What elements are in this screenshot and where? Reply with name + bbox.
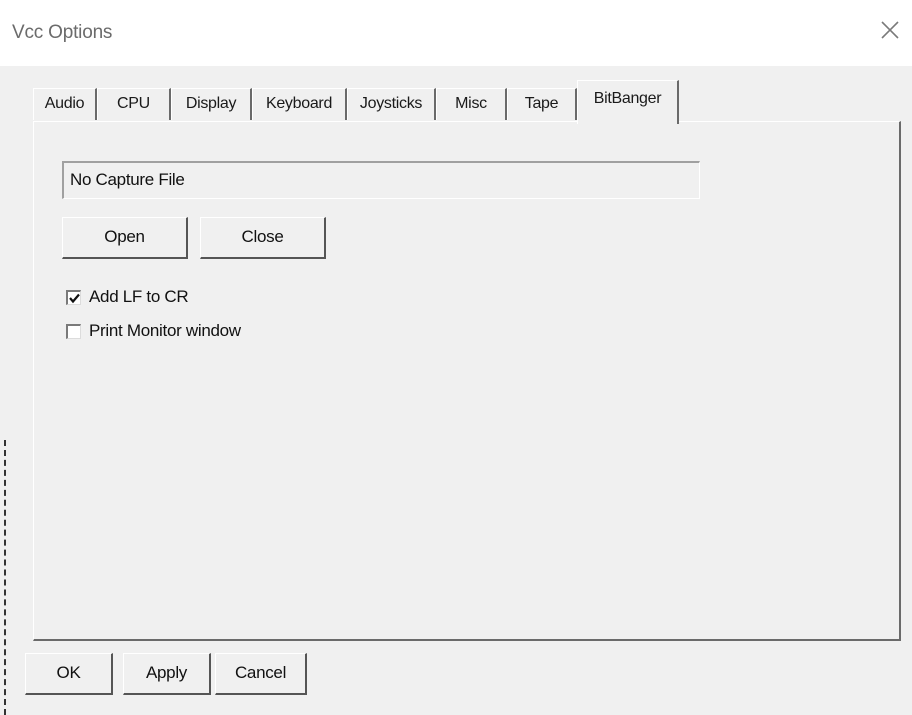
tab-tape[interactable]: Tape — [507, 88, 577, 120]
tab-keyboard[interactable]: Keyboard — [252, 88, 347, 120]
print-monitor-label: Print Monitor window — [89, 321, 241, 340]
capture-file-field: No Capture File — [62, 161, 700, 199]
add-lf-label: Add LF to CR — [89, 287, 189, 306]
bitbanger-panel: No Capture File Open Close Add LF to CR … — [33, 121, 901, 641]
close-icon[interactable] — [876, 16, 904, 44]
checkmark-icon — [69, 293, 80, 303]
tab-misc[interactable]: Misc — [436, 88, 507, 120]
cancel-button[interactable]: Cancel — [215, 653, 307, 695]
tab-cpu[interactable]: CPU — [97, 88, 171, 120]
print-monitor-checkbox[interactable] — [66, 323, 81, 339]
tab-strip: Audio CPU Display Keyboard Joysticks Mis… — [33, 80, 893, 124]
options-dialog: Vcc Options Audio CPU Display Keyboard J… — [0, 0, 912, 715]
print-monitor-option[interactable]: Print Monitor window — [66, 320, 241, 342]
add-lf-checkbox[interactable] — [66, 289, 81, 305]
apply-button[interactable]: Apply — [123, 653, 211, 695]
ok-button[interactable]: OK — [25, 653, 113, 695]
window-title: Vcc Options — [12, 22, 113, 43]
tab-display[interactable]: Display — [171, 88, 252, 120]
tab-joysticks[interactable]: Joysticks — [347, 88, 436, 120]
dashed-edge — [4, 440, 6, 715]
tab-audio[interactable]: Audio — [33, 88, 97, 120]
title-bar: Vcc Options — [0, 0, 912, 66]
close-button[interactable]: Close — [200, 217, 326, 259]
add-lf-option[interactable]: Add LF to CR — [66, 286, 189, 308]
open-button[interactable]: Open — [62, 217, 188, 259]
tab-bitbanger[interactable]: BitBanger — [577, 80, 679, 124]
